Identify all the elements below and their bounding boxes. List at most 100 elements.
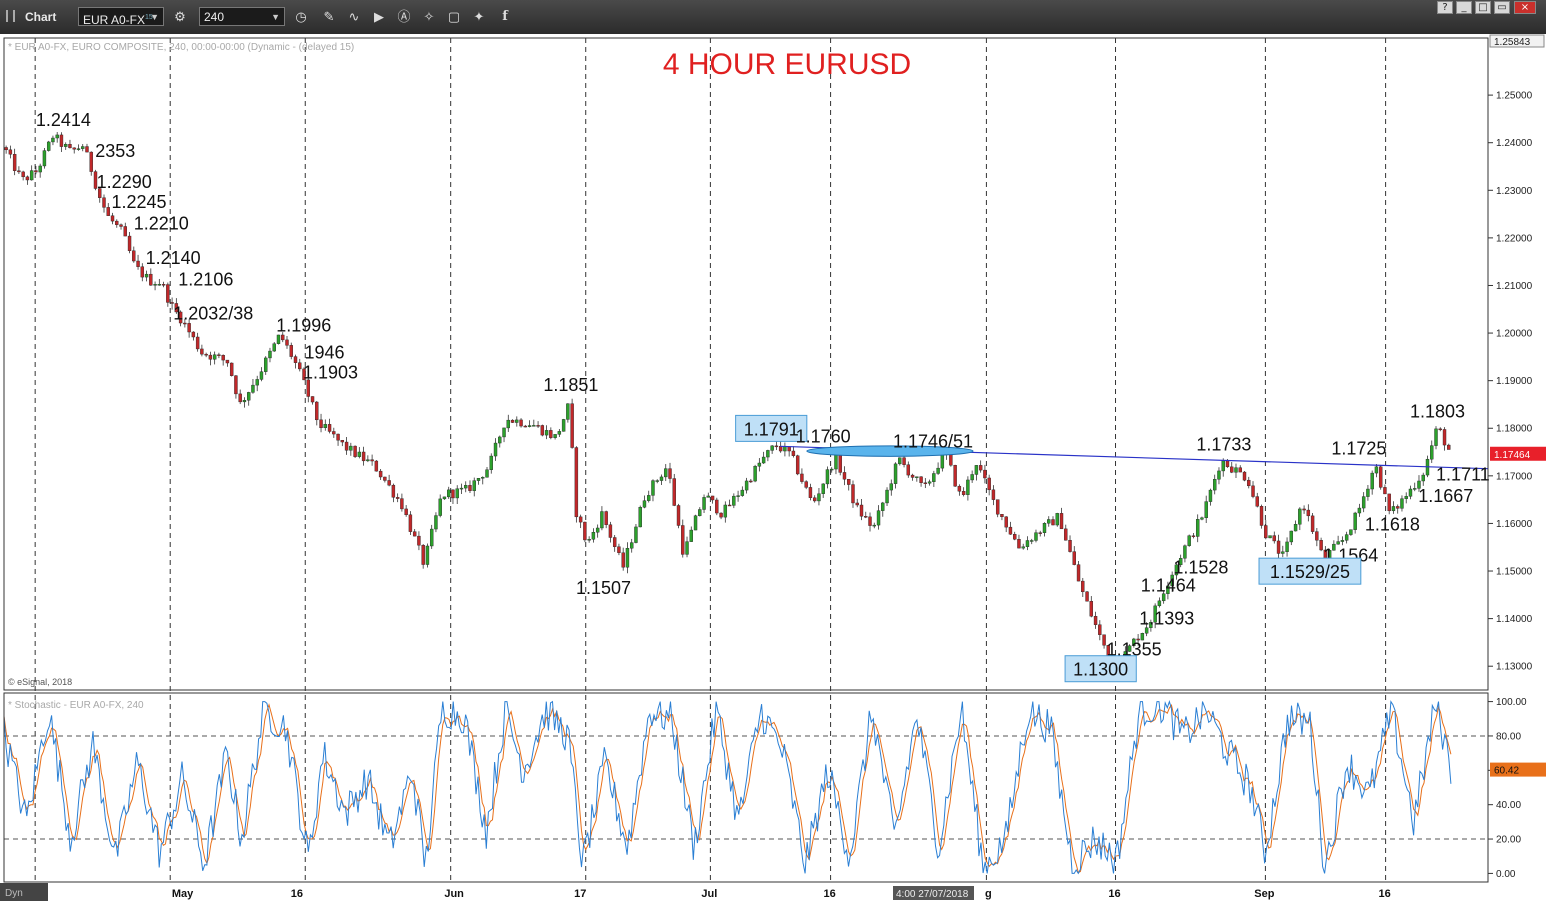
candle-body [821, 483, 825, 494]
candle-body [1221, 460, 1225, 472]
candle-body [298, 362, 302, 370]
candle-body [472, 480, 476, 491]
candle-body [498, 436, 502, 444]
price-tick-label: 1.15000 [1496, 567, 1533, 578]
candle-body [1251, 485, 1255, 497]
candle-body [685, 541, 689, 555]
interval-value: 240 [204, 10, 225, 24]
comment-icon[interactable]: ▢ [445, 8, 463, 26]
candle-body [319, 419, 323, 429]
candle-body [906, 464, 911, 476]
restore-button[interactable]: □ [1475, 1, 1491, 14]
candle-body [208, 354, 213, 360]
float-button[interactable]: ▭ [1494, 1, 1510, 14]
price-tick-label: 1.13000 [1496, 662, 1533, 673]
candle-body [830, 468, 834, 471]
candle-body [1289, 530, 1294, 543]
last-price-label: 1.17464 [1494, 450, 1531, 461]
candle-body [1357, 507, 1362, 514]
candle-body [957, 485, 962, 492]
candle-body [434, 515, 438, 530]
candle-body [1349, 529, 1353, 535]
candle-body [859, 504, 864, 517]
candle-body [949, 453, 953, 466]
price-annotation: 1.1760 [796, 427, 851, 447]
facebook-icon[interactable]: f [496, 8, 514, 26]
candle-body [268, 350, 272, 359]
chart-canvas[interactable]: 1.24142353 1.22901.22451.2210 1.21401.2106… [0, 34, 1546, 905]
candle-body [1391, 506, 1396, 512]
tools-icon[interactable]: ✧ [420, 8, 438, 26]
candle-body [727, 504, 732, 507]
alert-icon[interactable]: Ⓐ [395, 8, 413, 26]
candle-body [1400, 498, 1404, 509]
candle-body [1230, 466, 1234, 473]
price-annotation: 1.2414 [36, 110, 91, 130]
candle-body [251, 384, 255, 393]
candle-body [383, 476, 387, 481]
x-axis-label: May [172, 888, 194, 900]
candle-body [404, 508, 408, 516]
candle-body [344, 441, 349, 451]
candle-body [166, 284, 170, 303]
draw-pen-icon[interactable]: ✎ [320, 8, 338, 26]
price-annotation: 1.1746/51 [893, 431, 973, 451]
candle-body [587, 539, 591, 541]
candle-body [783, 446, 787, 452]
candle-body [834, 453, 838, 470]
candle-body [570, 403, 574, 448]
close-button[interactable]: × [1514, 1, 1536, 14]
candle-body [447, 489, 451, 498]
candle-body [464, 485, 468, 489]
wave-icon[interactable]: ∿ [345, 8, 363, 26]
candle-body [38, 165, 42, 173]
candle-body [787, 446, 791, 452]
candle-body [1093, 615, 1098, 625]
candle-body [659, 476, 664, 481]
help-button[interactable]: ? [1437, 1, 1453, 14]
candle-body [1004, 516, 1008, 528]
candle-body [557, 431, 562, 435]
candle-body [770, 445, 774, 451]
candle-body [349, 445, 353, 451]
candle-body [1374, 466, 1379, 474]
candle-body [187, 323, 191, 333]
x-axis-label: Jun [444, 888, 464, 900]
candle-body [1293, 524, 1298, 532]
candle-body [1204, 501, 1208, 519]
candle-body [595, 527, 600, 533]
candle-body [357, 451, 362, 457]
candle-body [502, 427, 506, 438]
candle-body [429, 528, 434, 547]
play-icon[interactable]: ▶ [370, 8, 388, 26]
candle-body [515, 419, 519, 423]
price-annotation: 1.2245 [112, 192, 167, 212]
candle-body [766, 450, 770, 458]
candle-body [1013, 534, 1017, 540]
price-tick-label: 1.25000 [1496, 91, 1533, 102]
settings-icon[interactable]: ⚙ [171, 8, 189, 26]
stochastic-tick-label: 20.00 [1496, 835, 1521, 846]
symbol-input[interactable]: EUR A0-FX15 ▼ [78, 7, 164, 27]
candle-body [1000, 514, 1004, 518]
interval-input[interactable]: 240 ▼ [199, 7, 285, 26]
candle-body [932, 473, 936, 482]
candle-body [574, 447, 579, 518]
candle-body [864, 516, 868, 518]
candle-body [1281, 551, 1285, 554]
candle-body [366, 459, 370, 462]
candle-body [876, 510, 881, 526]
candle-body [600, 511, 604, 529]
candle-body [140, 266, 145, 278]
candle-body [812, 497, 817, 502]
clock-icon[interactable]: ◷ [292, 8, 310, 26]
candle-body [881, 502, 885, 511]
price-annotation: 1.1618 [1365, 515, 1420, 535]
candle-body [1434, 428, 1438, 446]
price-annotation: 1.2210 [134, 213, 189, 233]
minimize-button[interactable]: _ [1456, 1, 1472, 14]
twitter-icon[interactable]: ✦ [470, 8, 488, 26]
x-axis-label: 16 [1378, 888, 1390, 900]
candle-body [1285, 541, 1289, 552]
candle-body [544, 430, 549, 436]
